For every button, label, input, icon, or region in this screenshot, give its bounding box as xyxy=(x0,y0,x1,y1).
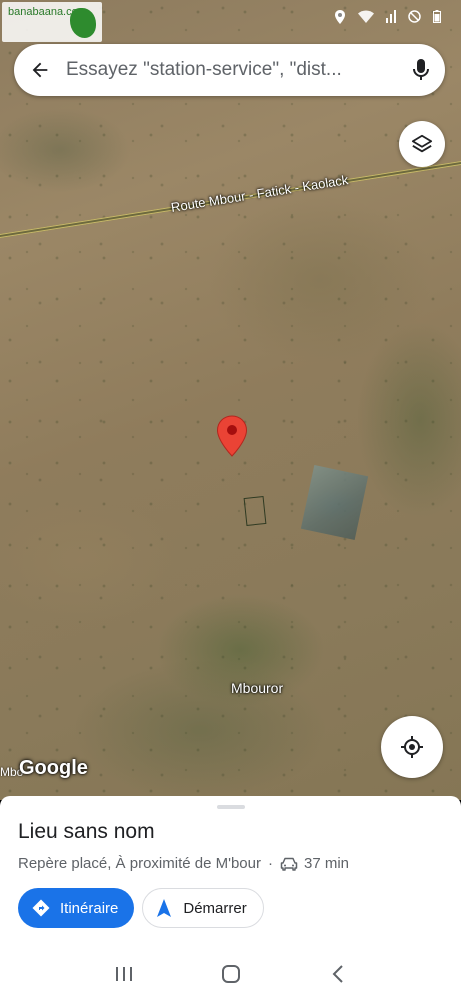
do-not-disturb-icon xyxy=(408,10,421,23)
directions-button[interactable]: Itinéraire xyxy=(18,888,135,928)
mic-icon xyxy=(413,59,429,80)
place-actions: Itinéraire Démarrer xyxy=(18,888,264,928)
search-bar[interactable]: Essayez "station-service", "dist... xyxy=(14,44,445,96)
battery-icon xyxy=(433,10,441,23)
africa-map-icon xyxy=(70,8,96,38)
android-nav-bar xyxy=(0,948,461,1000)
recent-apps-icon xyxy=(115,967,132,981)
directions-icon xyxy=(32,899,50,917)
home-icon xyxy=(221,965,240,983)
directions-label: Itinéraire xyxy=(60,899,119,917)
car-icon xyxy=(280,857,298,871)
map-layers-button[interactable] xyxy=(399,121,445,167)
home-button[interactable] xyxy=(211,954,251,994)
sheet-drag-handle[interactable] xyxy=(217,805,245,809)
my-location-icon xyxy=(401,736,423,758)
place-label-mbouror[interactable]: Mbouror xyxy=(231,680,283,696)
system-back-button[interactable] xyxy=(318,954,358,994)
signal-icon xyxy=(386,10,396,23)
location-icon xyxy=(335,10,345,24)
place-bottom-sheet[interactable]: Lieu sans nom Repère placé, À proximité … xyxy=(0,796,461,1000)
layers-icon xyxy=(411,134,433,153)
recent-apps-button[interactable] xyxy=(104,954,144,994)
start-navigation-button[interactable]: Démarrer xyxy=(142,888,264,928)
navigation-icon xyxy=(157,899,172,917)
start-label: Démarrer xyxy=(183,899,247,917)
my-location-button[interactable] xyxy=(381,716,443,778)
wifi-icon xyxy=(358,10,374,23)
search-input[interactable]: Essayez "station-service", "dist... xyxy=(66,59,397,81)
drive-time: 37 min xyxy=(303,855,350,872)
status-icons xyxy=(334,10,441,24)
back-icon xyxy=(332,965,343,983)
voice-search-button[interactable] xyxy=(397,44,445,96)
watermark-logo: banabaana.com xyxy=(2,2,102,42)
place-title: Lieu sans nom xyxy=(18,820,155,843)
search-back-button[interactable] xyxy=(14,44,66,96)
place-subtitle: Repère placé, À proximité de M'bour · 37… xyxy=(18,855,349,872)
screen: Route Mbour - Fatick - Kaolack Mbouror M… xyxy=(0,0,461,1000)
place-description: Repère placé, À proximité de M'bour xyxy=(18,855,261,872)
dropped-pin-icon[interactable] xyxy=(216,415,248,457)
status-bar: banabaana.com xyxy=(0,0,461,42)
google-logo: Google xyxy=(19,757,88,779)
back-arrow-icon xyxy=(32,62,48,78)
map-field xyxy=(243,496,267,526)
separator-dot: · xyxy=(267,855,273,872)
